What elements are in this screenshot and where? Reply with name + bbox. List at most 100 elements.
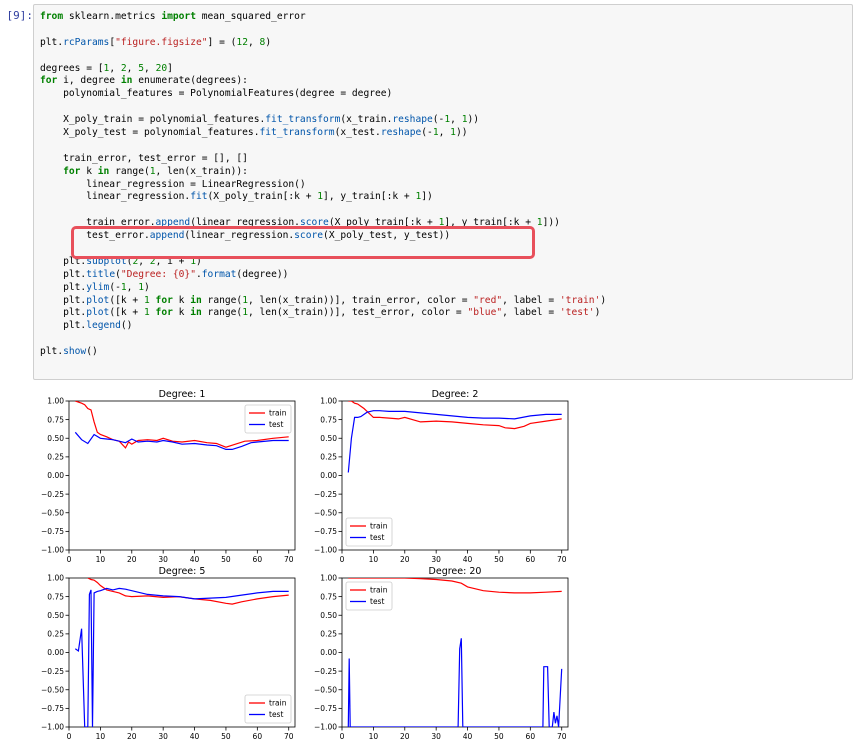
code-token: title (86, 268, 116, 280)
code-token: ([k + (109, 307, 144, 319)
code-token: (- (432, 114, 445, 126)
code-token: () (120, 320, 133, 332)
y-tick-label: −1.00 (41, 546, 64, 555)
code-token: reshape (380, 127, 422, 139)
x-tick-label: 30 (431, 555, 441, 564)
x-tick-label: 10 (369, 732, 379, 741)
code-line: polynomial_features = PolynomialFeatures… (40, 88, 606, 101)
y-tick-label: −0.25 (41, 490, 64, 499)
y-tick-label: 0.00 (320, 471, 337, 480)
x-tick-label: 20 (127, 732, 137, 741)
code-token: legend (86, 320, 121, 332)
highlight-box (71, 226, 535, 259)
x-tick-label: 10 (369, 555, 379, 564)
x-tick-label: 60 (526, 732, 536, 741)
y-tick-label: −1.00 (41, 723, 64, 732)
code-token: ]) (421, 191, 433, 203)
code-line: plt.plot([k + 1 for k in range(1, len(x_… (40, 295, 606, 308)
y-tick-label: −0.75 (314, 527, 337, 536)
code-token: (X_poly_train[:k + (207, 191, 318, 203)
code-token: for (149, 294, 173, 306)
y-tick-label: −1.00 (314, 723, 337, 732)
x-tick-label: 50 (494, 555, 504, 564)
y-tick-label: −0.50 (314, 685, 337, 694)
x-tick-label: 30 (158, 555, 168, 564)
y-tick-label: 0.00 (47, 471, 64, 480)
legend: train test (244, 404, 292, 434)
code-token: , (450, 114, 462, 126)
chart-1: Degree: 1 0 10 20 30 40 50 60 70 −1.00 −0.75 −0.50 −… (41, 389, 296, 564)
output-area: Degree: 1 0 10 20 30 40 50 60 70 −1.00 −0.75 −0.50 −… (0, 384, 860, 752)
code-token: , len(x_train))], train_error, color = (247, 294, 474, 306)
code-token: for (40, 75, 58, 87)
x-tick-label: 20 (400, 555, 410, 564)
y-tick-label: −0.75 (41, 527, 64, 536)
y-tick-label: −0.25 (41, 667, 64, 676)
code-token: , (144, 62, 156, 74)
legend-label-train: train (370, 522, 388, 531)
chart-4: Degree: 20 0 10 20 30 40 50 60 70 −1.00 −0.75 −0.50… (314, 566, 569, 741)
y-tick-label: 0.75 (47, 415, 64, 424)
code-token: linear_regression. (40, 191, 191, 203)
code-editor[interactable]: from sklearn.metrics import mean_squared… (40, 11, 606, 359)
y-tick-label: 0.75 (320, 415, 337, 424)
code-line: train_error, test_error = [], [] (40, 153, 606, 166)
x-tick-label: 0 (67, 732, 72, 741)
code-line: plt.plot([k + 1 for k in range(1, len(x_… (40, 307, 606, 320)
y-tick-label: 0.00 (47, 648, 64, 657)
code-cell[interactable]: from sklearn.metrics import mean_squared… (33, 4, 853, 380)
code-token: "blue" (467, 307, 503, 319)
code-line: plt.ylim(-1, 1) (40, 282, 606, 295)
x-tick-label: 40 (463, 732, 473, 741)
code-token: )) (455, 127, 468, 139)
code-token: plot (86, 294, 110, 306)
code-token: mean_squared_error (195, 11, 306, 22)
code-line: X_poly_test = polynomial_features.fit_tr… (40, 127, 606, 140)
code-line: degrees = [1, 2, 5, 20] (40, 63, 606, 76)
code-token: in (120, 75, 133, 87)
code-line: linear_regression = LinearRegression() (40, 179, 606, 192)
y-tick-label: 1.00 (320, 574, 337, 583)
code-token: range( (201, 294, 243, 306)
code-token: ], y_train[:k + (323, 191, 416, 203)
x-tick-label: 70 (557, 732, 567, 741)
x-tick-label: 60 (526, 555, 536, 564)
code-token: ) (144, 281, 150, 293)
legend-label-test: test (269, 420, 283, 429)
code-token: from (40, 11, 64, 22)
y-tick-label: 0.50 (47, 611, 64, 620)
code-token: polynomial_features = PolynomialFeatures… (40, 88, 393, 100)
legend-label-train: train (269, 699, 287, 708)
code-line: X_poly_train = polynomial_features.fit_t… (40, 114, 606, 127)
code-token: 12 (236, 36, 248, 48)
code-token: , len(x_train))], test_error, color = (247, 307, 468, 319)
figure: Degree: 1 0 10 20 30 40 50 60 70 −1.00 −0.75 −0.50 −… (41, 389, 569, 741)
y-tick-label: −1.00 (314, 546, 337, 555)
x-tick-label: 10 (96, 732, 106, 741)
code-line: for i, degree in enumerate(degrees): (40, 75, 606, 88)
legend: train test (244, 694, 292, 724)
code-token: rcParams (63, 36, 110, 48)
x-tick-label: 20 (400, 732, 410, 741)
chart-title: Degree: 2 (432, 389, 479, 400)
code-line: plt.show() (40, 346, 606, 359)
x-tick-label: 0 (340, 555, 345, 564)
code-token: plt. (40, 36, 64, 48)
legend-label-test: test (269, 710, 283, 719)
code-token: (- (421, 127, 433, 139)
code-line: plt.title("Degree: {0}".format(degree)) (40, 269, 606, 282)
code-token: plt. (40, 281, 87, 293)
code-token: plt. (40, 268, 87, 280)
x-tick-label: 20 (127, 555, 137, 564)
chart-title: Degree: 1 (159, 389, 206, 400)
code-token: k (172, 294, 191, 306)
code-token: , (438, 127, 451, 139)
code-token: 'test' (559, 307, 595, 319)
code-token: in (190, 307, 202, 319)
code-token: ] = ( (207, 36, 237, 48)
x-tick-label: 70 (557, 555, 567, 564)
code-token: )) (467, 114, 480, 126)
x-tick-label: 40 (190, 732, 200, 741)
y-tick-label: 0.25 (320, 453, 337, 462)
